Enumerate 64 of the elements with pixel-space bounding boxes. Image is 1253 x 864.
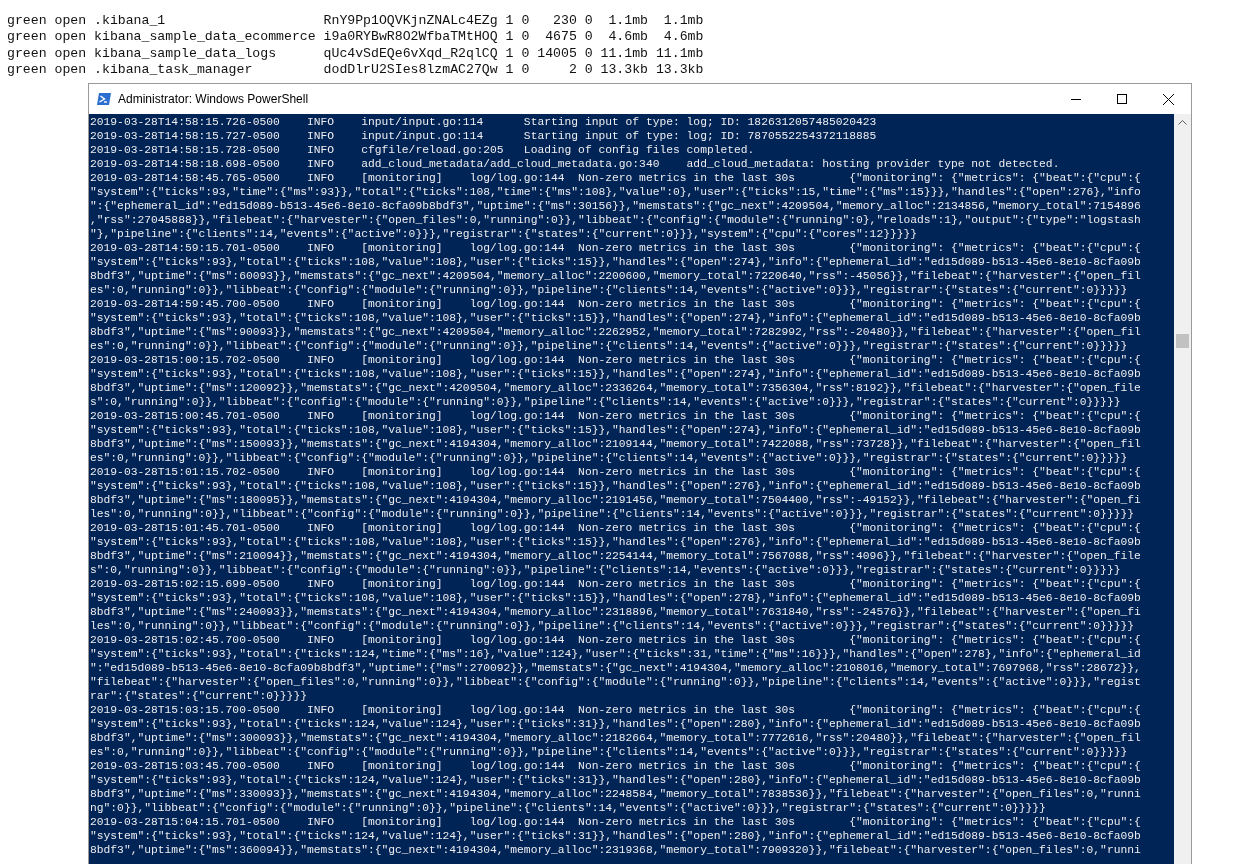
console-line: 2019-03-28T14:58:18.698-0500 INFO add_cloud_metadata/add_cloud_metadata.go:340 add_cloud_metadata: hosting provider type not detected. [90, 157, 1060, 172]
terminal-line: green open .kibana_1 RnY9Pp1OQVKjnZNALc4EZg 1 0 230 0 1.1mb 1.1mb [7, 13, 704, 30]
console-line: 2019-03-28T15:02:45.700-0500 INFO [monitoring] log/log.go:144 Non-zero metrics in the last 30s {"monitoring": {"metrics": {"beat":{"cpu":{ [90, 633, 1141, 648]
console-line: s":0,"running":0}},"libbeat":{"config":{"module":{"running":0}},"pipeline":{"clients":14,"events":{"active":0}}},"registrar":{"states":{"current":0}}}}} [90, 563, 1121, 578]
console-line: 2019-03-28T14:58:15.728-0500 INFO cfgfile/reload.go:205 Loading of config files completed. [90, 143, 755, 158]
window-title: Administrator: Windows PowerShell [118, 92, 310, 107]
console-line: 8bdf3","uptime":{"ms":150093}},"memstats":{"gc_next":4194304,"memory_alloc":2109144,"memory_total":7422088,"rss":73728}},"filebeat":{"harvester":{"open_fil [90, 437, 1141, 452]
console-line: 2019-03-28T15:00:15.702-0500 INFO [monitoring] log/log.go:144 Non-zero metrics in the last 30s {"monitoring": {"metrics": {"beat":{"cpu":{ [90, 353, 1141, 368]
console-line: "system":{"ticks":93},"total":{"ticks":108,"value":108},"user":{"ticks":15}},"handles":{"open":274},"info":{"ephemeral_id":"ed15d089-b513-45e6-8e10-8cfa09b [90, 423, 1141, 438]
console-line: 8bdf3","uptime":{"ms":180095}},"memstats":{"gc_next":4194304,"memory_alloc":2191456,"memory_total":7504400,"rss":-49152}},"filebeat":{"harvester":{"open_fi [90, 493, 1141, 508]
console-line: 8bdf3","uptime":{"ms":90093}},"memstats":{"gc_next":4209504,"memory_alloc":2262952,"memory_total":7282992,"rss":-20480}},"filebeat":{"harvester":{"open_fil [90, 325, 1141, 340]
console-line: 8bdf3","uptime":{"ms":210094}},"memstats":{"gc_next":4194304,"memory_alloc":2254144,"memory_total":7567088,"rss":4096}},"filebeat":{"harvester":{"open_file [90, 549, 1141, 564]
console-line: s":0,"running":0}},"libbeat":{"config":{"module":{"running":0}},"pipeline":{"clients":14,"events":{"active":0}}},"registrar":{"states":{"current":0}}}}} [90, 395, 1121, 410]
powershell-icon [96, 91, 112, 108]
console-line: "system":{"ticks":93},"total":{"ticks":108,"value":108},"user":{"ticks":15}},"handles":{"open":276},"info":{"ephemeral_id":"ed15d089-b513-45e6-8e10-8cfa09b [90, 479, 1141, 494]
console-line: rar":{"states":{"current":0}}}}} [90, 689, 307, 704]
console-line: "system":{"ticks":93},"total":{"ticks":108,"value":108},"user":{"ticks":15}},"handles":{"open":274},"info":{"ephemeral_id":"ed15d089-b513-45e6-8e10-8cfa09b [90, 255, 1141, 270]
console-line: es":0,"running":0}},"libbeat":{"config":{"module":{"running":0}},"pipeline":{"clients":14,"events":{"active":0}}},"registrar":{"states":{"current":0}}}}} [90, 745, 1128, 760]
close-icon[interactable] [1162, 93, 1174, 105]
console-line: ,"rss":27045888}},"filebeat":{"harvester":{"open_files":0,"running":0}},"libbeat":{"config":{"module":{"running":0},"reloads":1},"output":{"type":"logstash [90, 213, 1141, 228]
terminal-line: green open .kibana_task_manager dodDlrU2SIes8lzmAC27Qw 1 0 2 0 13.3kb 13.3kb [7, 61, 704, 79]
console-line: "system":{"ticks":93,"time":{"ms":93}},"total":{"ticks":108,"time":{"ms":108},"value":0},"user":{"ticks":15,"time":{"ms":15}}},"handles":{"open":276},"info [90, 185, 1141, 200]
terminal-line: green open kibana_sample_data_logs qUc4vSdEQe6vXqd_R2qlCQ 1 0 14005 0 11.1mb 11.1mb [7, 45, 704, 62]
console-line: 2019-03-28T15:01:15.702-0500 INFO [monitoring] log/log.go:144 Non-zero metrics in the last 30s {"monitoring": {"metrics": {"beat":{"cpu":{ [90, 465, 1141, 480]
console-line: 2019-03-28T14:58:45.765-0500 INFO [monitoring] log/log.go:144 Non-zero metrics in the last 30s {"monitoring": {"metrics": {"beat":{"cpu":{ [90, 171, 1141, 186]
console-line: 2019-03-28T14:59:45.700-0500 INFO [monitoring] log/log.go:144 Non-zero metrics in the last 30s {"monitoring": {"metrics": {"beat":{"cpu":{ [90, 297, 1141, 312]
console-line: "system":{"ticks":93},"total":{"ticks":124,"time":{"ms":16},"value":124},"user":{"ticks":31,"time":{"ms":16}}},"handles":{"open":278},"info":{"ephemeral_id [90, 647, 1141, 662]
console-line: 2019-03-28T15:02:15.699-0500 INFO [monitoring] log/log.go:144 Non-zero metrics in the last 30s {"monitoring": {"metrics": {"beat":{"cpu":{ [90, 577, 1141, 592]
console-line: "system":{"ticks":93},"total":{"ticks":108,"value":108},"user":{"ticks":15}},"handles":{"open":274},"info":{"ephemeral_id":"ed15d089-b513-45e6-8e10-8cfa09b [90, 311, 1141, 326]
console-line: 2019-03-28T15:04:15.701-0500 INFO [monitoring] log/log.go:144 Non-zero metrics in the last 30s {"monitoring": {"metrics": {"beat":{"cpu":{ [90, 815, 1141, 830]
console-line: 8bdf3","uptime":{"ms":330093}},"memstats":{"gc_next":4194304,"memory_alloc":2248584,"memory_total":7838536}},"filebeat":{"harvester":{"open_files":0,"runni [90, 787, 1141, 802]
console-line: les":0,"running":0}},"libbeat":{"config":{"module":{"running":0}},"pipeline":{"clients":14,"events":{"active":0}}},"registrar":{"states":{"current":0}}}}} [90, 507, 1134, 522]
console-line: 8bdf3","uptime":{"ms":240093}},"memstats":{"gc_next":4194304,"memory_alloc":2318896,"memory_total":7631840,"rss":-24576}},"filebeat":{"harvester":{"open_fi [90, 605, 1141, 620]
console-line: ng":0}},"libbeat":{"config":{"module":{"running":0}},"pipeline":{"clients":14,"events":{"active":0}}},"registrar":{"states":{"current":0}}}}} [90, 801, 1046, 816]
console-line: "system":{"ticks":93},"total":{"ticks":124,"value":124},"user":{"ticks":31}},"handles":{"open":280},"info":{"ephemeral_id":"ed15d089-b513-45e6-8e10-8cfa09b [90, 717, 1141, 732]
console-line: "system":{"ticks":93},"total":{"ticks":108,"value":108},"user":{"ticks":15}},"handles":{"open":276},"info":{"ephemeral_id":"ed15d089-b513-45e6-8e10-8cfa09b [90, 535, 1141, 550]
console-line: "system":{"ticks":93},"total":{"ticks":124,"value":124},"user":{"ticks":31}},"handles":{"open":280},"info":{"ephemeral_id":"ed15d089-b513-45e6-8e10-8cfa09b [90, 829, 1141, 844]
console-line: 2019-03-28T14:58:15.726-0500 INFO input/input.go:114 Starting input of type: log; ID: 1826312057485020423 [90, 115, 877, 130]
console-line: les":0,"running":0}},"libbeat":{"config":{"module":{"running":0}},"pipeline":{"clients":14,"events":{"active":0}}},"registrar":{"states":{"current":0}}}}} [90, 619, 1134, 634]
console-line: "system":{"ticks":93},"total":{"ticks":124,"value":124},"user":{"ticks":31}},"handles":{"open":280},"info":{"ephemeral_id":"ed15d089-b513-45e6-8e10-8cfa09b [90, 773, 1141, 788]
scrollbar[interactable] [1174, 114, 1191, 864]
console-line: "},"pipeline":{"clients":14,"events":{"active":0}}},"registrar":{"states":{"current":0}}},"system":{"cpu":{"cores":12}}}}} [90, 227, 918, 242]
console-line: 2019-03-28T15:03:15.700-0500 INFO [monitoring] log/log.go:144 Non-zero metrics in the last 30s {"monitoring": {"metrics": {"beat":{"cpu":{ [90, 703, 1141, 718]
console-line: es":0,"running":0}},"libbeat":{"config":{"module":{"running":0}},"pipeline":{"clients":14,"events":{"active":0}}},"registrar":{"states":{"current":0}}}}} [90, 283, 1128, 298]
console-line: 8bdf3","uptime":{"ms":360094}},"memstats":{"gc_next":4194304,"memory_alloc":2319368,"memory_total":7909320}},"filebeat":{"harvester":{"open_files":0,"runni [90, 843, 1141, 858]
terminal-line: green open kibana_sample_data_ecommerce i9a0RYBwR8O2WfbaTMtHOQ 1 0 4675 0 4.6mb 4.6mb [7, 29, 704, 46]
console-line: 2019-03-28T15:01:45.701-0500 INFO [monitoring] log/log.go:144 Non-zero metrics in the last 30s {"monitoring": {"metrics": {"beat":{"cpu":{ [90, 521, 1141, 536]
scroll-up-icon[interactable] [1178, 119, 1187, 126]
console-line: 8bdf3","uptime":{"ms":60093}},"memstats":{"gc_next":4209504,"memory_alloc":2200600,"memory_total":7220640,"rss":-45056}},"filebeat":{"harvester":{"open_fil [90, 269, 1141, 284]
console-line: 2019-03-28T14:58:15.727-0500 INFO input/input.go:114 Starting input of type: log; ID: 7870552254372118885 [90, 129, 877, 144]
console-line: 8bdf3","uptime":{"ms":300093}},"memstats":{"gc_next":4194304,"memory_alloc":2182664,"memory_total":7772616,"rss":20480}},"filebeat":{"harvester":{"open_fil [90, 731, 1141, 746]
console-line: "system":{"ticks":93},"total":{"ticks":108,"value":108},"user":{"ticks":15}},"handles":{"open":274},"info":{"ephemeral_id":"ed15d089-b513-45e6-8e10-8cfa09b [90, 367, 1141, 382]
console-line: ":"ed15d089-b513-45e6-8e10-8cfa09b8bdf3","uptime":{"ms":270092}},"memstats":{"gc_next":4194304,"memory_alloc":2108016,"memory_total":7697968,"rss":28672}}, [90, 661, 1141, 676]
console-line: 2019-03-28T15:03:45.700-0500 INFO [monitoring] log/log.go:144 Non-zero metrics in the last 30s {"monitoring": {"metrics": {"beat":{"cpu":{ [90, 759, 1141, 774]
console-line: es":0,"running":0}},"libbeat":{"config":{"module":{"running":0}},"pipeline":{"clients":14,"events":{"active":0}}},"registrar":{"states":{"current":0}}}}} [90, 451, 1128, 466]
console-line: "filebeat":{"harvester":{"open_files":0,"running":0}},"libbeat":{"config":{"module":{"running":0}},"pipeline":{"clients":14,"events":{"active":0}}},"regist [90, 675, 1141, 690]
console-line: es":0,"running":0}},"libbeat":{"config":{"module":{"running":0}},"pipeline":{"clients":14,"events":{"active":0}}},"registrar":{"states":{"current":0}}}}} [90, 339, 1128, 354]
console-line: ":{"ephemeral_id":"ed15d089-b513-45e6-8e10-8cfa09b8bdf3","uptime":{"ms":30156}},"memstats":{"gc_next":4209504,"memory_alloc":2134856,"memory_total":7154896 [90, 199, 1141, 214]
console-line: 2019-03-28T15:00:45.701-0500 INFO [monitoring] log/log.go:144 Non-zero metrics in the last 30s {"monitoring": {"metrics": {"beat":{"cpu":{ [90, 409, 1141, 424]
console-line: "system":{"ticks":93},"total":{"ticks":108,"value":108},"user":{"ticks":15}},"handles":{"open":278},"info":{"ephemeral_id":"ed15d089-b513-45e6-8e10-8cfa09b [90, 591, 1141, 606]
scrollbar-thumb[interactable] [1176, 334, 1189, 349]
console-line: 2019-03-28T14:59:15.701-0500 INFO [monitoring] log/log.go:144 Non-zero metrics in the last 30s {"monitoring": {"metrics": {"beat":{"cpu":{ [90, 241, 1141, 256]
console-line: 8bdf3","uptime":{"ms":120092}},"memstats":{"gc_next":4209504,"memory_alloc":2336264,"memory_total":7356304,"rss":8192}},"filebeat":{"harvester":{"open_file [90, 381, 1141, 396]
maximize-icon[interactable] [1117, 94, 1127, 105]
